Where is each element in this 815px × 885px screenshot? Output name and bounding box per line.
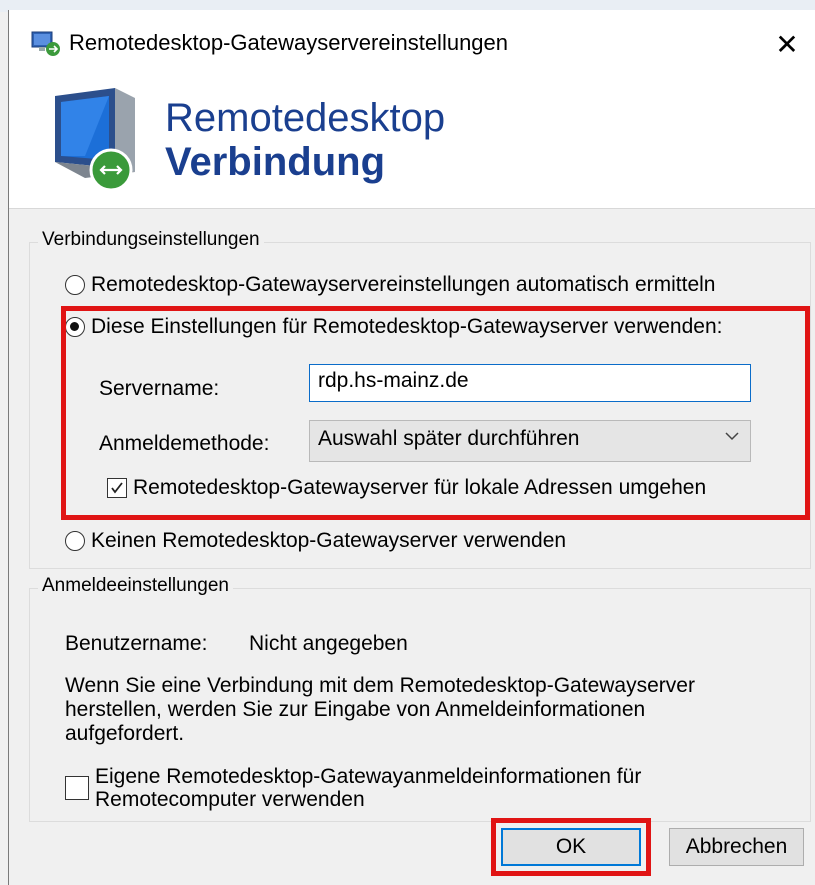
option-no-gateway[interactable]: Keinen Remotedesktop-Gatewayserver verwe…: [65, 529, 566, 553]
info-text-line-2: herstellen, werden Sie zur Eingabe von A…: [65, 698, 646, 721]
title-bar: Remotedesktop-Gatewayservereinstellungen…: [9, 10, 815, 78]
cancel-button[interactable]: Abbrechen: [669, 828, 804, 866]
option-no-gateway-label: Keinen Remotedesktop-Gatewayserver verwe…: [91, 529, 567, 552]
radio-auto-detect[interactable]: [65, 275, 85, 295]
own-credentials-text: Eigene Remotedesktop-Gatewayanmeldeinfor…: [95, 765, 641, 811]
own-credentials-label-line-2: Remotecomputer verwenden: [95, 788, 365, 811]
remote-desktop-icon: [31, 31, 60, 56]
radio-no-gateway[interactable]: [65, 531, 85, 551]
option-auto-detect-label: Remotedesktop-Gatewayservereinstellungen…: [91, 273, 716, 296]
info-text-line-3: aufgefordert.: [65, 722, 185, 745]
close-button[interactable]: ✕: [758, 10, 815, 78]
username-value: Nicht angegeben: [249, 632, 408, 655]
banner-title: Remotedesktop: [165, 96, 446, 140]
login-settings-legend: Anmeldeeinstellungen: [38, 575, 233, 597]
own-credentials-row[interactable]: Eigene Remotedesktop-Gatewayanmeldeinfor…: [65, 765, 641, 811]
username-label: Benutzername:: [65, 632, 208, 655]
highlight-gateway-settings: [61, 306, 810, 520]
option-auto-detect[interactable]: Remotedesktop-Gatewayservereinstellungen…: [65, 273, 715, 297]
dialog-window: Remotedesktop-Gatewayservereinstellungen…: [8, 10, 815, 885]
banner-subtitle: Verbindung: [165, 140, 385, 184]
banner: Remotedesktop Verbindung: [9, 78, 815, 209]
highlight-ok-button: [491, 818, 651, 876]
info-text-line-1: Wenn Sie eine Verbindung mit dem Remoted…: [65, 674, 695, 697]
connection-settings-legend: Verbindungseinstellungen: [38, 229, 264, 251]
monitor-remote-icon: [55, 88, 135, 192]
window-title: Remotedesktop-Gatewayservereinstellungen: [69, 30, 509, 55]
own-credentials-checkbox[interactable]: [65, 776, 89, 800]
own-credentials-label-line-1: Eigene Remotedesktop-Gatewayanmeldeinfor…: [95, 765, 642, 788]
